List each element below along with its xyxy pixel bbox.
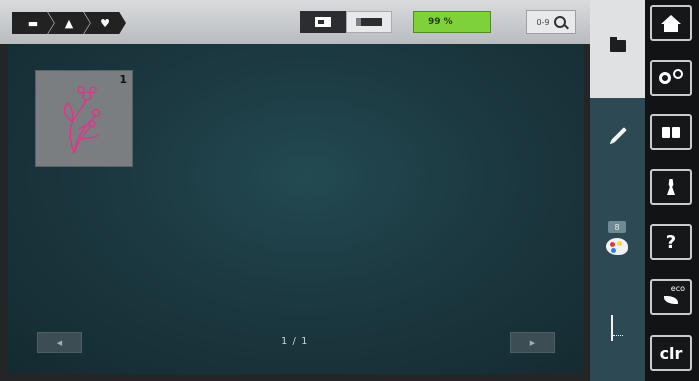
arrow-left-icon: ◀ xyxy=(56,338,63,347)
next-page-button[interactable]: ▶ xyxy=(510,332,555,353)
gear-icon xyxy=(659,72,671,84)
clear-label: clr xyxy=(659,343,683,363)
clear-button[interactable]: clr xyxy=(650,335,692,371)
arrow-right-icon: ▶ xyxy=(529,338,536,347)
folder-icon xyxy=(610,37,626,52)
top-bar: ▬ ▲ ♥ 99 % 0-9 xyxy=(0,0,590,44)
help-icon: ? xyxy=(665,231,677,253)
tutorial-button[interactable] xyxy=(650,114,692,150)
help-button[interactable]: ? xyxy=(650,224,692,260)
embroidery-mode-button[interactable] xyxy=(346,11,392,33)
dress-form-icon xyxy=(667,179,675,195)
palette-red-dot xyxy=(610,242,615,247)
leaf-icon xyxy=(664,296,678,304)
color-palette-icon[interactable] xyxy=(606,238,628,255)
palette-blue-dot xyxy=(611,248,616,253)
setup-button[interactable] xyxy=(650,60,692,96)
flower-embroidery-icon xyxy=(63,86,101,154)
color-count-badge: 8 xyxy=(608,221,626,233)
palette-yellow-dot xyxy=(617,241,622,246)
sewing-machine-icon xyxy=(315,17,331,27)
home-icon xyxy=(661,14,681,32)
progress-indicator: 99 % xyxy=(413,11,491,33)
needle-icon[interactable] xyxy=(611,315,623,341)
design-number: 1 xyxy=(119,73,127,86)
open-file-tab[interactable] xyxy=(590,0,645,98)
design-canvas: 1 ◀ 1 / 1 ▶ xyxy=(8,44,584,374)
zoom-label: 0-9 xyxy=(536,17,550,27)
zoom-button[interactable]: 0-9 xyxy=(526,10,576,34)
design-thumbnail[interactable]: 1 xyxy=(35,70,133,167)
heart-icon: ♥ xyxy=(100,16,110,30)
mode-toggle xyxy=(300,11,392,33)
folder-icon: ▬ xyxy=(27,16,39,30)
embroidery-screen: ▬ ▲ ♥ 99 % 0-9 1 ◀ 1 / 1 ▶ 8 ? eco clr xyxy=(0,0,699,381)
embroidery-hoop-icon xyxy=(356,18,382,26)
sewing-mode-button[interactable] xyxy=(300,11,346,33)
magnifier-icon xyxy=(553,16,566,28)
side-panel: 8 xyxy=(590,0,645,381)
breadcrumb: ▬ ▲ ♥ xyxy=(12,12,126,34)
home-button[interactable] xyxy=(650,5,692,41)
breadcrumb-folder[interactable]: ▬ xyxy=(12,12,54,34)
small-gear-icon xyxy=(673,69,683,79)
breadcrumb-favorites[interactable]: ♥ xyxy=(84,12,126,34)
embroidery-folder-icon: ▲ xyxy=(64,16,74,30)
page-indicator: 1 / 1 xyxy=(281,336,309,347)
breadcrumb-embroidery[interactable]: ▲ xyxy=(48,12,90,34)
eco-label: eco xyxy=(670,284,685,293)
eco-button[interactable]: eco xyxy=(650,279,692,315)
creative-consultant-button[interactable] xyxy=(650,169,692,205)
system-bar: ? eco clr xyxy=(645,0,699,381)
book-icon xyxy=(662,126,680,138)
pencil-icon[interactable] xyxy=(611,127,627,143)
previous-page-button[interactable]: ◀ xyxy=(37,332,82,353)
